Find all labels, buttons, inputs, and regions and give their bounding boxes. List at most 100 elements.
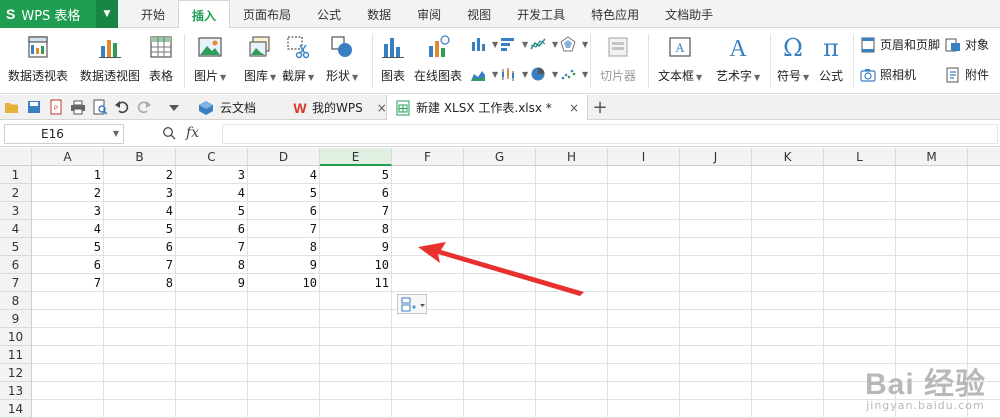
- doc-tab-mywps[interactable]: W 我的WPS ×: [284, 95, 395, 120]
- column-header[interactable]: E: [320, 148, 392, 166]
- menu-tab[interactable]: 特色应用: [578, 0, 652, 28]
- attachment-button[interactable]: 附件: [945, 66, 989, 83]
- row-header[interactable]: 8: [0, 292, 32, 310]
- table-cell[interactable]: 7: [104, 256, 176, 274]
- table-cell[interactable]: 10: [320, 256, 392, 274]
- row-header[interactable]: 4: [0, 220, 32, 238]
- column-header[interactable]: K: [752, 148, 824, 166]
- row-header[interactable]: 11: [0, 346, 32, 364]
- select-all-corner[interactable]: [0, 148, 32, 166]
- column-header[interactable]: C: [176, 148, 248, 166]
- spreadsheet-grid[interactable]: ABCDEFGHIJKLMN 1234567891011121314123452…: [0, 148, 1000, 418]
- bar-chart-dropdown[interactable]: ▼: [500, 36, 528, 52]
- doc-tab-cloud[interactable]: 云文档: [188, 95, 266, 120]
- table-cell[interactable]: 7: [32, 274, 104, 292]
- column-header[interactable]: H: [536, 148, 608, 166]
- shapes-button[interactable]: 形状 ▼: [326, 34, 358, 84]
- table-cell[interactable]: 11: [320, 274, 392, 292]
- column-header[interactable]: M: [896, 148, 968, 166]
- row-header[interactable]: 9: [0, 310, 32, 328]
- table-cell[interactable]: 5: [32, 238, 104, 256]
- table-cell[interactable]: 5: [320, 166, 392, 184]
- undo-icon[interactable]: [114, 99, 130, 115]
- textbox-button[interactable]: A 文本框 ▼: [658, 34, 702, 84]
- menu-tab[interactable]: 插入: [178, 0, 231, 29]
- row-header[interactable]: 3: [0, 202, 32, 220]
- table-cell[interactable]: 5: [104, 220, 176, 238]
- row-header[interactable]: 10: [0, 328, 32, 346]
- table-cell[interactable]: 4: [176, 184, 248, 202]
- new-tab-button[interactable]: +: [592, 95, 608, 120]
- table-cell[interactable]: 10: [248, 274, 320, 292]
- save-icon[interactable]: [26, 99, 42, 115]
- object-button[interactable]: 对象: [945, 36, 989, 53]
- column-header[interactable]: G: [464, 148, 536, 166]
- column-header[interactable]: B: [104, 148, 176, 166]
- table-cell[interactable]: 8: [248, 238, 320, 256]
- table-cell[interactable]: 8: [176, 256, 248, 274]
- table-cell[interactable]: 9: [248, 256, 320, 274]
- formula-button[interactable]: π 公式: [818, 34, 844, 84]
- column-header[interactable]: J: [680, 148, 752, 166]
- table-cell[interactable]: 3: [176, 166, 248, 184]
- chart-button[interactable]: 图表: [380, 34, 406, 84]
- wordart-button[interactable]: A 艺术字 ▼: [716, 34, 760, 84]
- header-footer-button[interactable]: 页眉和页脚: [860, 36, 940, 53]
- chevron-down-icon[interactable]: ▼: [96, 0, 118, 28]
- table-cell[interactable]: 6: [176, 220, 248, 238]
- gallery-button[interactable]: 图库 ▼: [244, 34, 276, 84]
- pivot-chart-button[interactable]: 数据透视图: [80, 34, 140, 84]
- zoom-search-icon[interactable]: [162, 126, 176, 140]
- table-cell[interactable]: 5: [248, 184, 320, 202]
- area-chart-dropdown[interactable]: ▼: [470, 66, 498, 82]
- picture-button[interactable]: 图片 ▼: [194, 34, 226, 84]
- formula-input[interactable]: [222, 124, 998, 144]
- menu-tab[interactable]: 数据: [354, 0, 404, 28]
- scatter-chart-dropdown[interactable]: ▼: [560, 66, 588, 82]
- online-chart-button[interactable]: 在线图表: [414, 34, 462, 84]
- insert-function-icon[interactable]: fx: [186, 125, 199, 141]
- row-header[interactable]: 5: [0, 238, 32, 256]
- menu-tab[interactable]: 公式: [304, 0, 354, 28]
- table-button[interactable]: 表格: [148, 34, 174, 84]
- table-cell[interactable]: 4: [104, 202, 176, 220]
- column-header[interactable]: F: [392, 148, 464, 166]
- column-header[interactable]: D: [248, 148, 320, 166]
- table-cell[interactable]: 3: [104, 184, 176, 202]
- menu-tab[interactable]: 审阅: [404, 0, 454, 28]
- column-header[interactable]: L: [824, 148, 896, 166]
- row-header[interactable]: 2: [0, 184, 32, 202]
- table-cell[interactable]: 4: [32, 220, 104, 238]
- paste-options-button[interactable]: [397, 294, 427, 314]
- symbol-button[interactable]: Ω 符号 ▼: [777, 34, 809, 84]
- table-cell[interactable]: 2: [104, 166, 176, 184]
- stock-chart-dropdown[interactable]: ▼: [500, 66, 528, 82]
- doc-tab-active-workbook[interactable]: 新建 XLSX 工作表.xlsx * ×: [386, 95, 588, 120]
- customize-toolbar-icon[interactable]: [166, 99, 182, 115]
- table-cell[interactable]: 9: [176, 274, 248, 292]
- menu-tab[interactable]: 开始: [128, 0, 178, 28]
- table-cell[interactable]: 9: [320, 238, 392, 256]
- slicer-button[interactable]: 切片器: [600, 34, 636, 84]
- menu-tab[interactable]: 视图: [454, 0, 504, 28]
- wps-app-menu-button[interactable]: S WPS 表格 ▼: [0, 0, 118, 28]
- column-header[interactable]: I: [608, 148, 680, 166]
- table-cell[interactable]: 8: [104, 274, 176, 292]
- pivot-table-button[interactable]: 数据透视表: [8, 34, 68, 84]
- close-icon[interactable]: ×: [569, 101, 579, 115]
- table-cell[interactable]: 7: [320, 202, 392, 220]
- menu-tab[interactable]: 文档助手: [652, 0, 726, 28]
- export-pdf-icon[interactable]: P: [48, 99, 64, 115]
- screenshot-button[interactable]: 截屏 ▼: [282, 34, 314, 84]
- open-folder-icon[interactable]: [4, 99, 20, 115]
- column-header[interactable]: N: [968, 148, 1000, 166]
- table-cell[interactable]: 1: [32, 166, 104, 184]
- redo-icon[interactable]: [136, 99, 152, 115]
- table-cell[interactable]: 3: [32, 202, 104, 220]
- row-header[interactable]: 12: [0, 364, 32, 382]
- table-cell[interactable]: 6: [104, 238, 176, 256]
- row-header[interactable]: 14: [0, 400, 32, 418]
- radar-chart-dropdown[interactable]: ▼: [560, 36, 588, 52]
- table-cell[interactable]: 6: [32, 256, 104, 274]
- column-chart-dropdown[interactable]: ▼: [470, 36, 498, 52]
